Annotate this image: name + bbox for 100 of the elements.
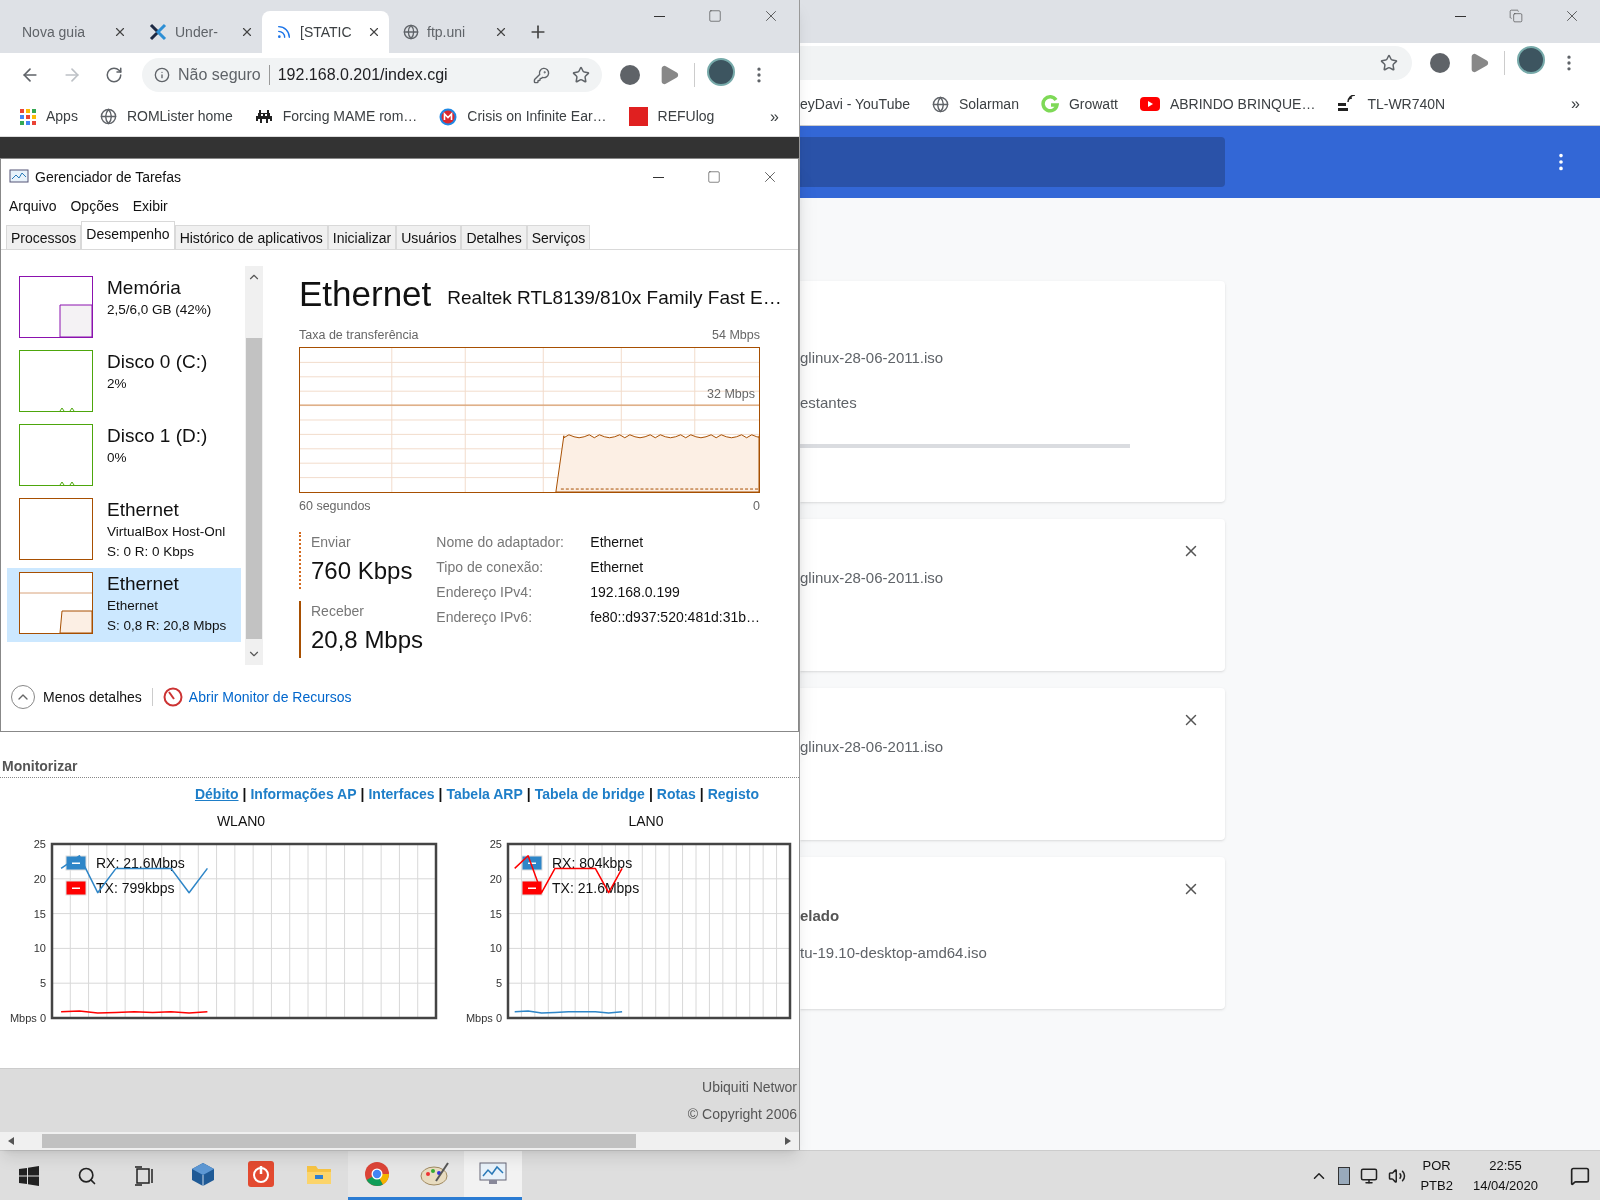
- legend-swatch[interactable]: [65, 880, 87, 896]
- close-tab-icon[interactable]: [113, 25, 127, 39]
- bookmark-item[interactable]: ROMLister home: [99, 106, 233, 127]
- device-name: Disco 0 (C:): [107, 350, 208, 374]
- stat-value: 20,8 Mbps: [311, 624, 425, 655]
- browser-tab[interactable]: Under-: [135, 11, 262, 53]
- nav-link[interactable]: Débito: [194, 784, 239, 805]
- chart-title: LAN0: [628, 812, 664, 831]
- tab[interactable]: Serviços: [526, 225, 591, 249]
- link-separator: |: [242, 785, 247, 804]
- notifications-icon[interactable]: [1570, 1165, 1590, 1186]
- monitor-chart-icon: [9, 169, 29, 185]
- tab[interactable]: Inicializar: [327, 225, 397, 249]
- reload-icon: [105, 66, 123, 84]
- nav-link[interactable]: Rotas: [656, 784, 696, 805]
- bookmark-item[interactable]: eyDavi - YouTube: [800, 93, 910, 115]
- apps-grid-icon: [20, 108, 36, 125]
- scroll-left-icon[interactable]: [8, 1137, 14, 1145]
- device-item[interactable]: Ethernet VirtualBox Host-Onl S: 0 R: 0 Kbps: [7, 494, 241, 568]
- scroll-right-icon[interactable]: [785, 1137, 791, 1145]
- file-name[interactable]: glinux-28-06-2011.iso: [800, 736, 1179, 759]
- axis-label: 20: [33, 872, 46, 885]
- tab[interactable]: Processos: [6, 225, 82, 249]
- avatar-icon[interactable]: [707, 57, 735, 86]
- panel-title: Ethernet: [299, 274, 432, 314]
- device-item[interactable]: Memória 2,5/6,0 GB (42%): [7, 272, 241, 346]
- bookmarks-overflow-button[interactable]: »: [1571, 92, 1580, 116]
- nav-link[interactable]: Tabela ARP: [446, 784, 523, 805]
- close-tab-icon[interactable]: [494, 25, 508, 39]
- language-indicator[interactable]: POR PTB2: [1416, 1155, 1457, 1196]
- bookmark-item[interactable]: Forcing MAME rom…: [254, 106, 418, 127]
- tab[interactable]: Histórico de aplicativos: [174, 225, 328, 249]
- graph-time-label: 60 segundos: [299, 497, 371, 515]
- axis-label: 5: [495, 977, 502, 990]
- nav-link[interactable]: Informações AP: [250, 784, 357, 805]
- taskbar-app[interactable]: [348, 1151, 406, 1200]
- key-icon[interactable]: [533, 66, 550, 84]
- close-tab-icon[interactable]: [240, 25, 254, 39]
- info-icon: [154, 67, 170, 83]
- scrollbar-thumb[interactable]: [246, 338, 262, 639]
- device-detail: S: 0 R: 0 Kbps: [107, 543, 196, 561]
- network-icon[interactable]: [1360, 1166, 1379, 1185]
- link-separator: |: [360, 785, 365, 804]
- device-item[interactable]: Disco 1 (D:) 0%: [7, 420, 241, 494]
- invader-icon: [254, 109, 273, 124]
- rss-icon: [276, 24, 292, 40]
- axis-label: 10: [489, 942, 502, 955]
- file-name[interactable]: glinux-28-06-2011.iso: [800, 347, 1225, 370]
- nav-link[interactable]: Interfaces: [368, 784, 435, 805]
- clock[interactable]: 22:55 14/04/2020: [1466, 1155, 1544, 1196]
- bookmark-star-icon[interactable]: [1380, 54, 1398, 72]
- volume-icon[interactable]: [1388, 1166, 1407, 1185]
- taskbar-app[interactable]: [406, 1151, 464, 1200]
- bookmark-item[interactable]: REFUlog: [628, 106, 715, 127]
- device-item[interactable]: Disco 0 (C:) 2%: [7, 346, 241, 420]
- browser-tab[interactable]: ftp.uni: [389, 11, 516, 53]
- resource-monitor-link[interactable]: Abrir Monitor de Recursos: [162, 686, 352, 708]
- download-status: elado: [800, 906, 841, 926]
- device-subtitle: 2%: [107, 375, 128, 393]
- section-title: Monitorizar: [0, 756, 799, 778]
- graph-mid-label: 32 Mbps: [707, 385, 755, 403]
- browser-tab[interactable]: [STATIC: [262, 11, 389, 53]
- graph-end-label: 0: [753, 497, 760, 515]
- taskbar-app[interactable]: [464, 1151, 522, 1200]
- bookmark-item[interactable]: ABRINDO BRINQUE…: [1139, 93, 1316, 115]
- menu-item[interactable]: Arquivo: [9, 195, 57, 217]
- bookmarks-overflow-button[interactable]: »: [770, 104, 779, 129]
- scrollbar-thumb[interactable]: [42, 1134, 636, 1148]
- browser-tab[interactable]: Nova guia: [8, 11, 135, 53]
- file-name[interactable]: tu-19.10-desktop-amd64.iso: [800, 941, 1179, 964]
- legend-swatch[interactable]: [521, 880, 543, 896]
- menu-item[interactable]: Opções: [70, 195, 119, 217]
- bookmark-star-icon[interactable]: [572, 66, 590, 84]
- fewer-details-button[interactable]: Menos detalhes: [11, 685, 142, 709]
- bookmark-item[interactable]: TL-WR740N: [1337, 93, 1446, 115]
- bookmark-item[interactable]: Solarman: [932, 93, 1019, 115]
- nav-link[interactable]: Tabela de bridge: [534, 784, 645, 805]
- close-tab-icon[interactable]: [367, 25, 381, 39]
- file-name[interactable]: glinux-28-06-2011.iso: [800, 567, 1179, 590]
- nav-link[interactable]: Registo: [707, 784, 759, 805]
- device-subtitle: 2,5/6,0 GB (42%): [107, 301, 212, 319]
- device-subtitle: VirtualBox Host-Onl: [107, 523, 226, 541]
- link-separator: |: [648, 785, 653, 804]
- axis-label: 10: [33, 942, 46, 955]
- menu-item[interactable]: Exibir: [132, 195, 168, 217]
- address-bar[interactable]: Não seguro 192.168.0.201/index.cgi: [142, 58, 602, 92]
- tab[interactable]: Detalhes: [461, 225, 527, 249]
- axis-label: 25: [489, 838, 502, 850]
- search-icon: [77, 1165, 97, 1186]
- bookmark-item[interactable]: Apps: [20, 106, 78, 127]
- tab[interactable]: Desempenho: [81, 221, 175, 249]
- tab[interactable]: Usuários: [396, 225, 462, 249]
- bookmark-item[interactable]: Crisis on Infinite Ear…: [439, 106, 607, 127]
- bookmark-item[interactable]: Growatt: [1040, 93, 1118, 115]
- device-item[interactable]: Ethernet Ethernet S: 0,8 R: 20,8 Mbps: [7, 568, 241, 642]
- battery-icon[interactable]: [1338, 1166, 1351, 1185]
- round-logo-icon: [439, 107, 458, 126]
- property-label: Tipo de conexão:: [436, 557, 545, 577]
- avatar-icon[interactable]: [1517, 45, 1545, 74]
- axis-label: Mbps 0: [465, 1012, 502, 1024]
